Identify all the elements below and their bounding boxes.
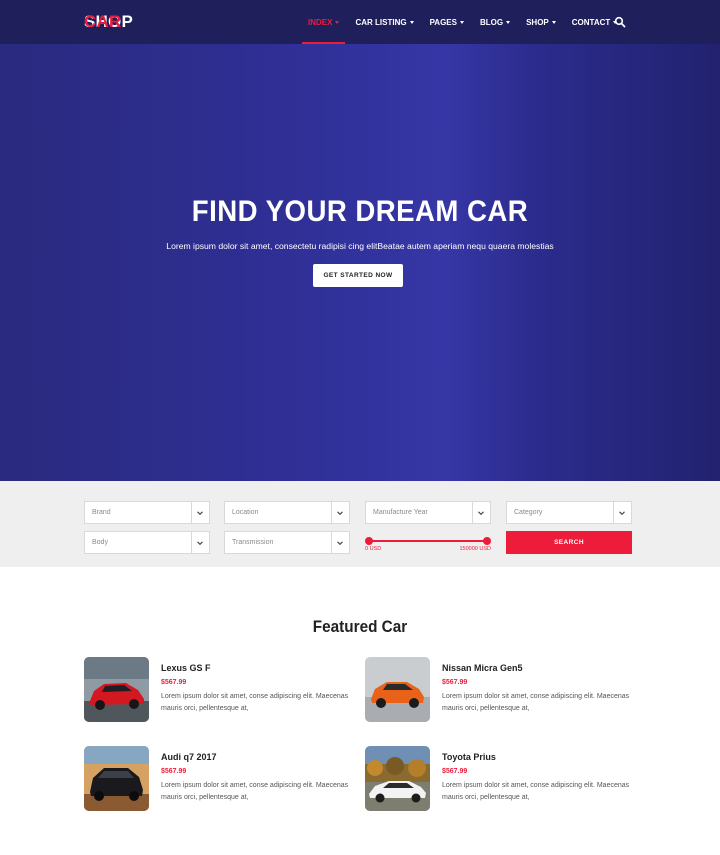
car-price: $567.99 — [161, 768, 187, 775]
manufacture-year-select[interactable]: Manufacture Year — [365, 501, 491, 524]
car-name[interactable]: Toyota Prius — [442, 752, 496, 762]
manufacture-year-select-label: Manufacture Year — [373, 509, 428, 516]
category-select[interactable]: Category — [506, 501, 632, 524]
location-select-label: Location — [232, 509, 259, 516]
nav-item-blog[interactable]: BLOG — [472, 0, 518, 44]
select-divider — [191, 502, 192, 523]
nav-item-shop[interactable]: SHOP — [518, 0, 564, 44]
price-range-slider[interactable]: 0 USD 150000 USD — [365, 534, 491, 554]
car-price: $567.99 — [442, 768, 468, 775]
car-search-filters — [0, 481, 720, 567]
chevron-down-icon — [619, 511, 625, 516]
location-select[interactable]: Location — [224, 501, 350, 524]
featured-section-title: Featured Car — [312, 617, 408, 636]
hero-subtitle: Lorem ipsum dolor sit amet, consectetu r… — [166, 241, 554, 251]
caret-down-icon — [459, 20, 464, 24]
transmission-select[interactable]: Transmission — [224, 531, 350, 554]
select-divider — [613, 502, 614, 523]
car-description: Lorem ipsum dolor sit amet, conse adipis… — [161, 693, 349, 712]
car-card[interactable]: Nissan Micra Gen5 $567.99 Lorem ipsum do… — [365, 657, 665, 723]
category-select-label: Category — [514, 509, 543, 516]
price-max-label: 150000 USD — [459, 546, 492, 552]
chevron-down-icon — [337, 511, 343, 516]
nav-item-label: SHOP — [526, 17, 549, 27]
search-button[interactable]: SEARCH — [506, 531, 632, 554]
price-range-track — [368, 540, 488, 542]
car-card[interactable]: Toyota Prius $567.99 Lorem ipsum dolor s… — [365, 746, 665, 812]
price-min-handle[interactable] — [365, 537, 373, 545]
car-image[interactable] — [84, 657, 149, 722]
get-started-button[interactable]: GET STARTED NOW — [313, 264, 403, 287]
car-image[interactable] — [84, 746, 149, 811]
car-description: Lorem ipsum dolor sit amet, conse adipis… — [161, 782, 349, 801]
select-divider — [331, 502, 332, 523]
car-card[interactable]: Lexus GS F $567.99 Lorem ipsum dolor sit… — [84, 657, 384, 723]
chevron-down-icon — [197, 541, 203, 546]
brand-select-label: Brand — [92, 509, 111, 516]
chevron-down-icon — [337, 541, 343, 546]
price-max-handle[interactable] — [483, 537, 491, 545]
site-logo[interactable]: CAR SHOP — [84, 12, 133, 32]
price-min-label: 0 USD — [365, 546, 382, 552]
nav-item-car-listing[interactable]: CAR LISTING — [347, 0, 421, 44]
car-description: Lorem ipsum dolor sit amet, conse adipis… — [442, 782, 630, 801]
car-price: $567.99 — [161, 679, 187, 686]
caret-down-icon — [506, 20, 511, 24]
nav-item-pages[interactable]: PAGES — [422, 0, 472, 44]
hero-title: FIND YOUR DREAM CAR — [191, 195, 529, 228]
transmission-select-label: Transmission — [232, 539, 274, 546]
body-select[interactable]: Body — [84, 531, 210, 554]
car-image[interactable] — [365, 657, 430, 722]
hero-section: FIND YOUR DREAM CAR Lorem ipsum dolor si… — [0, 44, 720, 481]
caret-down-icon — [409, 20, 414, 24]
car-name[interactable]: Audi q7 2017 — [161, 752, 217, 762]
select-divider — [472, 502, 473, 523]
nav-item-label: CONTACT — [571, 17, 611, 27]
site-header: CAR SHOP INDEX CAR LISTING PAGES BLOG SHO… — [0, 0, 720, 44]
car-name[interactable]: Lexus GS F — [161, 663, 211, 673]
select-divider — [331, 532, 332, 553]
car-name[interactable]: Nissan Micra Gen5 — [442, 663, 523, 673]
caret-down-icon — [335, 20, 340, 24]
car-description: Lorem ipsum dolor sit amet, conse adipis… — [442, 693, 630, 712]
nav-item-label: INDEX — [308, 17, 333, 27]
caret-down-icon — [551, 20, 556, 24]
chevron-down-icon — [197, 511, 203, 516]
car-card[interactable]: Audi q7 2017 $567.99 Lorem ipsum dolor s… — [84, 746, 384, 812]
body-select-label: Body — [92, 539, 108, 546]
select-divider — [191, 532, 192, 553]
brand-select[interactable]: Brand — [84, 501, 210, 524]
search-icon[interactable] — [614, 16, 626, 28]
nav-item-index[interactable]: INDEX — [300, 0, 347, 44]
main-nav: INDEX CAR LISTING PAGES BLOG SHOP CONTAC… — [300, 0, 625, 44]
car-image[interactable] — [365, 746, 430, 811]
nav-item-label: CAR LISTING — [355, 17, 407, 27]
nav-item-label: BLOG — [479, 17, 504, 27]
car-price: $567.99 — [442, 679, 468, 686]
nav-item-label: PAGES — [429, 17, 457, 27]
chevron-down-icon — [478, 511, 484, 516]
